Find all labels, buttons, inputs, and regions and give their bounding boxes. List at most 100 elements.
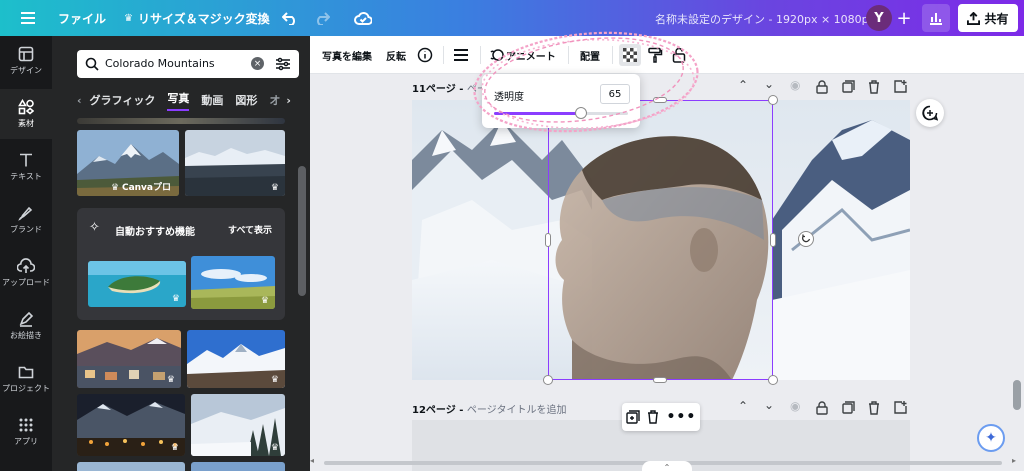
animate-icon <box>490 49 504 61</box>
crown-icon: ♛ <box>270 183 279 193</box>
info-icon[interactable] <box>417 47 433 63</box>
chevron-left-icon[interactable]: ‹ <box>77 94 82 107</box>
transparency-slider[interactable] <box>494 107 628 119</box>
animate-button[interactable]: アニメート <box>506 48 556 63</box>
eye-icon[interactable]: ◉ <box>790 78 800 92</box>
search-icon <box>85 57 99 71</box>
trash-page-icon[interactable] <box>868 401 880 415</box>
toolbar-divider <box>443 46 444 64</box>
insights-button[interactable] <box>922 4 950 32</box>
rail-item-elements[interactable]: 素材 <box>0 89 52 139</box>
document-title[interactable]: 名称未設定のデザイン - 1920px × 1080px <box>655 11 875 27</box>
category-tabs: ‹ グラフィック 写真 動画 図形 オ › <box>77 88 299 112</box>
edit-photo-button[interactable]: 写真を編集 <box>322 48 372 63</box>
chevron-up-icon[interactable]: ⌃ <box>738 399 748 413</box>
resize-handle-right[interactable] <box>770 233 776 247</box>
transparency-button[interactable] <box>619 44 641 66</box>
panel-scrollbar[interactable] <box>298 166 306 296</box>
rail-item-uploads[interactable]: アップロード <box>0 248 52 298</box>
crown-icon: ♛ <box>270 375 279 385</box>
tab-graphics[interactable]: グラフィック <box>90 92 156 108</box>
image-selection-box[interactable] <box>548 100 773 380</box>
photo-thumb-mountain-1[interactable]: ♛ Canvaプロ <box>77 130 179 196</box>
chevron-right-icon[interactable]: › <box>286 94 291 107</box>
eye-icon[interactable]: ◉ <box>790 399 800 413</box>
undo-button[interactable] <box>274 0 306 36</box>
photo-thumb-snow-forest[interactable]: ♛ <box>191 394 285 456</box>
chevron-down-icon[interactable]: ⌄ <box>764 77 774 91</box>
resize-handle-top[interactable] <box>653 97 667 103</box>
tab-shapes[interactable]: 図形 <box>235 92 257 108</box>
resize-magic-button[interactable]: ♛ リサイズ＆マジック変換 <box>116 0 278 36</box>
cloud-save-button[interactable] <box>346 0 380 36</box>
photo-thumb-row4-right[interactable] <box>191 462 285 471</box>
photo-thumb-town[interactable]: ♛ <box>77 330 181 388</box>
tab-more[interactable]: オ <box>269 92 280 108</box>
trash-icon[interactable] <box>647 410 659 424</box>
duplicate-page-icon[interactable] <box>842 401 855 414</box>
resize-handle-left[interactable] <box>545 233 551 247</box>
rail-item-text[interactable]: テキスト <box>0 142 52 192</box>
more-options-icon[interactable]: ••• <box>666 409 696 425</box>
chevron-up-icon[interactable]: ⌃ <box>738 78 748 92</box>
rail-item-brand[interactable]: ブランド <box>0 195 52 245</box>
page-11-number: 11ページ - <box>412 84 467 95</box>
add-page-icon[interactable] <box>894 401 907 414</box>
filter-icon[interactable] <box>275 57 291 71</box>
photo-thumb-mountain-2[interactable]: ♛ <box>185 130 285 196</box>
flip-button[interactable]: 反転 <box>386 48 406 63</box>
clear-search-icon[interactable]: × <box>251 57 264 70</box>
tab-photos[interactable]: 写真 <box>167 90 190 111</box>
duplicate-page-icon[interactable] <box>842 80 855 93</box>
add-duplicate-icon[interactable] <box>625 410 640 424</box>
rail-label-text: テキスト <box>10 172 42 181</box>
suggest-thumb-meadow[interactable]: ♛ <box>191 256 275 309</box>
resize-handle-br[interactable] <box>768 375 778 385</box>
share-button[interactable]: 共有 <box>958 4 1018 32</box>
position-button[interactable]: 配置 <box>580 48 600 63</box>
redo-button[interactable] <box>306 0 338 36</box>
search-input[interactable]: Colorado Mountains <box>105 57 215 70</box>
trash-page-icon[interactable] <box>868 80 880 94</box>
scroll-right-icon[interactable]: ▸ <box>1012 456 1016 465</box>
paint-format-icon[interactable] <box>647 47 663 63</box>
lock-icon[interactable] <box>672 47 686 63</box>
add-collaborator-button[interactable]: + <box>893 5 915 31</box>
add-page-icon[interactable] <box>894 80 907 93</box>
suggest-thumb-island[interactable]: ♛ <box>88 261 186 307</box>
magic-assistant-button[interactable]: ✦ <box>977 424 1005 452</box>
photo-thumb-night-town[interactable]: ♛ <box>77 394 185 456</box>
rail-item-projects[interactable]: プロジェクト <box>0 354 52 404</box>
scroll-left-icon[interactable]: ◂ <box>310 456 314 465</box>
file-menu[interactable]: ファイル <box>50 0 114 36</box>
lock-page-icon[interactable] <box>816 80 828 94</box>
checkerboard-icon <box>623 48 637 62</box>
comment-button[interactable] <box>916 99 944 127</box>
rail-item-design[interactable]: デザイン <box>0 36 52 86</box>
resize-handle-tr[interactable] <box>768 95 778 105</box>
photo-thumb-row4-left[interactable] <box>77 462 185 471</box>
resize-handle-bl[interactable] <box>543 375 553 385</box>
page-panel-toggle[interactable]: ⌃ <box>642 461 692 471</box>
town-photo <box>77 330 181 388</box>
border-style-icon[interactable] <box>453 48 469 62</box>
see-all-link[interactable]: すべて表示 <box>228 223 272 236</box>
rail-item-draw[interactable]: お絵描き <box>0 301 52 351</box>
resize-handle-bottom[interactable] <box>653 377 667 383</box>
photo-thumb-peaks[interactable]: ♛ <box>187 330 285 388</box>
lock-page-icon[interactable] <box>816 401 828 415</box>
chevron-down-icon[interactable]: ⌄ <box>764 398 774 412</box>
search-box[interactable]: Colorado Mountains × <box>77 50 299 78</box>
canvas-vertical-scrollbar[interactable] <box>1013 380 1021 410</box>
cloud-check-icon <box>354 11 372 25</box>
rail-item-apps[interactable]: アプリ <box>0 407 52 457</box>
photo-thumb-strip[interactable] <box>77 118 285 124</box>
avatar[interactable]: Y <box>866 5 892 31</box>
menu-button[interactable] <box>12 0 44 36</box>
transparency-value-input[interactable]: 65 <box>600 84 630 104</box>
tab-videos[interactable]: 動画 <box>201 92 223 108</box>
rotate-handle[interactable] <box>798 231 814 247</box>
page-12-label[interactable]: 12ページ - ページタイトルを追加 <box>412 401 566 416</box>
page-11-label[interactable]: 11ページ - ペー <box>412 80 487 95</box>
transparency-slider-knob[interactable] <box>575 107 588 119</box>
